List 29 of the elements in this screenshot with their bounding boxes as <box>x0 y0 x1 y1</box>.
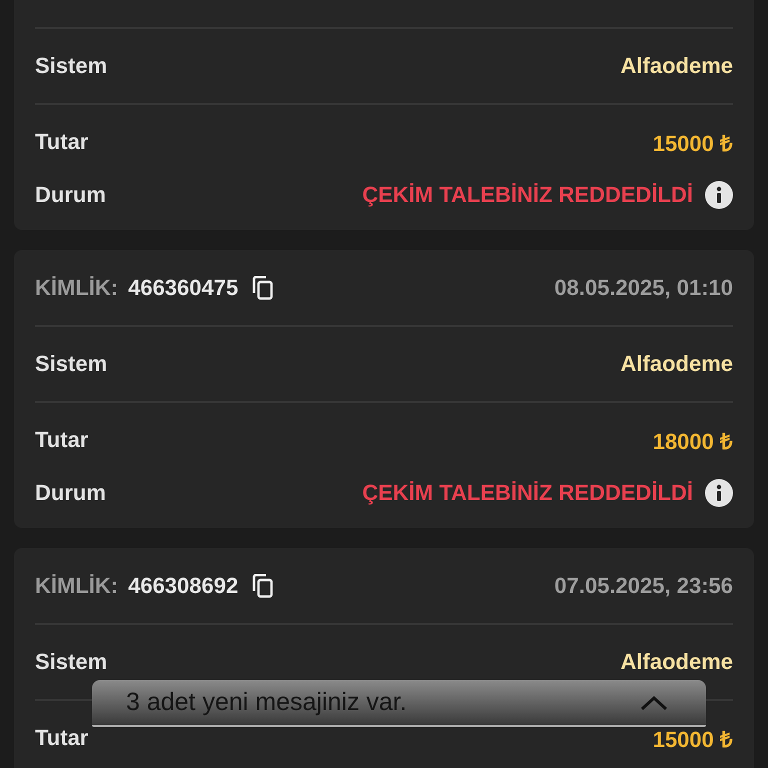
row-value: Alfaodeme <box>620 53 733 79</box>
copy-icon[interactable] <box>252 574 274 598</box>
info-icon[interactable] <box>705 181 733 209</box>
row-label: Durum <box>35 480 106 506</box>
row-label: Sistem <box>35 351 108 377</box>
row-label: Sistem <box>35 53 108 79</box>
row-label: Tutar <box>35 725 88 751</box>
transaction-id: 466360475 <box>128 274 238 300</box>
row-value: 18000 ₺ <box>652 428 733 455</box>
toast-message: 3 adet yeni mesajiniz var. <box>126 688 407 717</box>
row-label: Tutar <box>35 427 88 453</box>
chevron-up-icon[interactable] <box>640 694 668 710</box>
transaction-date: 07.05.2025, 23:56 <box>554 572 733 598</box>
row-label: Durum <box>35 182 106 208</box>
row-value: ÇEKİM TALEBİNİZ REDDEDİLDİ <box>362 480 693 506</box>
row-value: ÇEKİM TALEBİNİZ REDDEDİLDİ <box>362 182 693 208</box>
transaction-date: 08.05.2025, 01:10 <box>554 274 733 300</box>
row-value: 15000 ₺ <box>652 130 733 157</box>
copy-icon[interactable] <box>252 276 274 300</box>
row-label: Tutar <box>35 129 88 155</box>
id-label: KİMLİK: <box>35 572 118 598</box>
transaction-id: 466308692 <box>128 572 238 598</box>
row-value: Alfaodeme <box>620 649 733 675</box>
message-toast[interactable]: 3 adet yeni mesajiniz var. <box>92 680 706 727</box>
id-label: KİMLİK: <box>35 274 118 300</box>
info-icon[interactable] <box>705 479 733 507</box>
row-label: Sistem <box>35 649 108 675</box>
row-value: Alfaodeme <box>620 351 733 377</box>
row-value: 15000 ₺ <box>652 726 733 753</box>
